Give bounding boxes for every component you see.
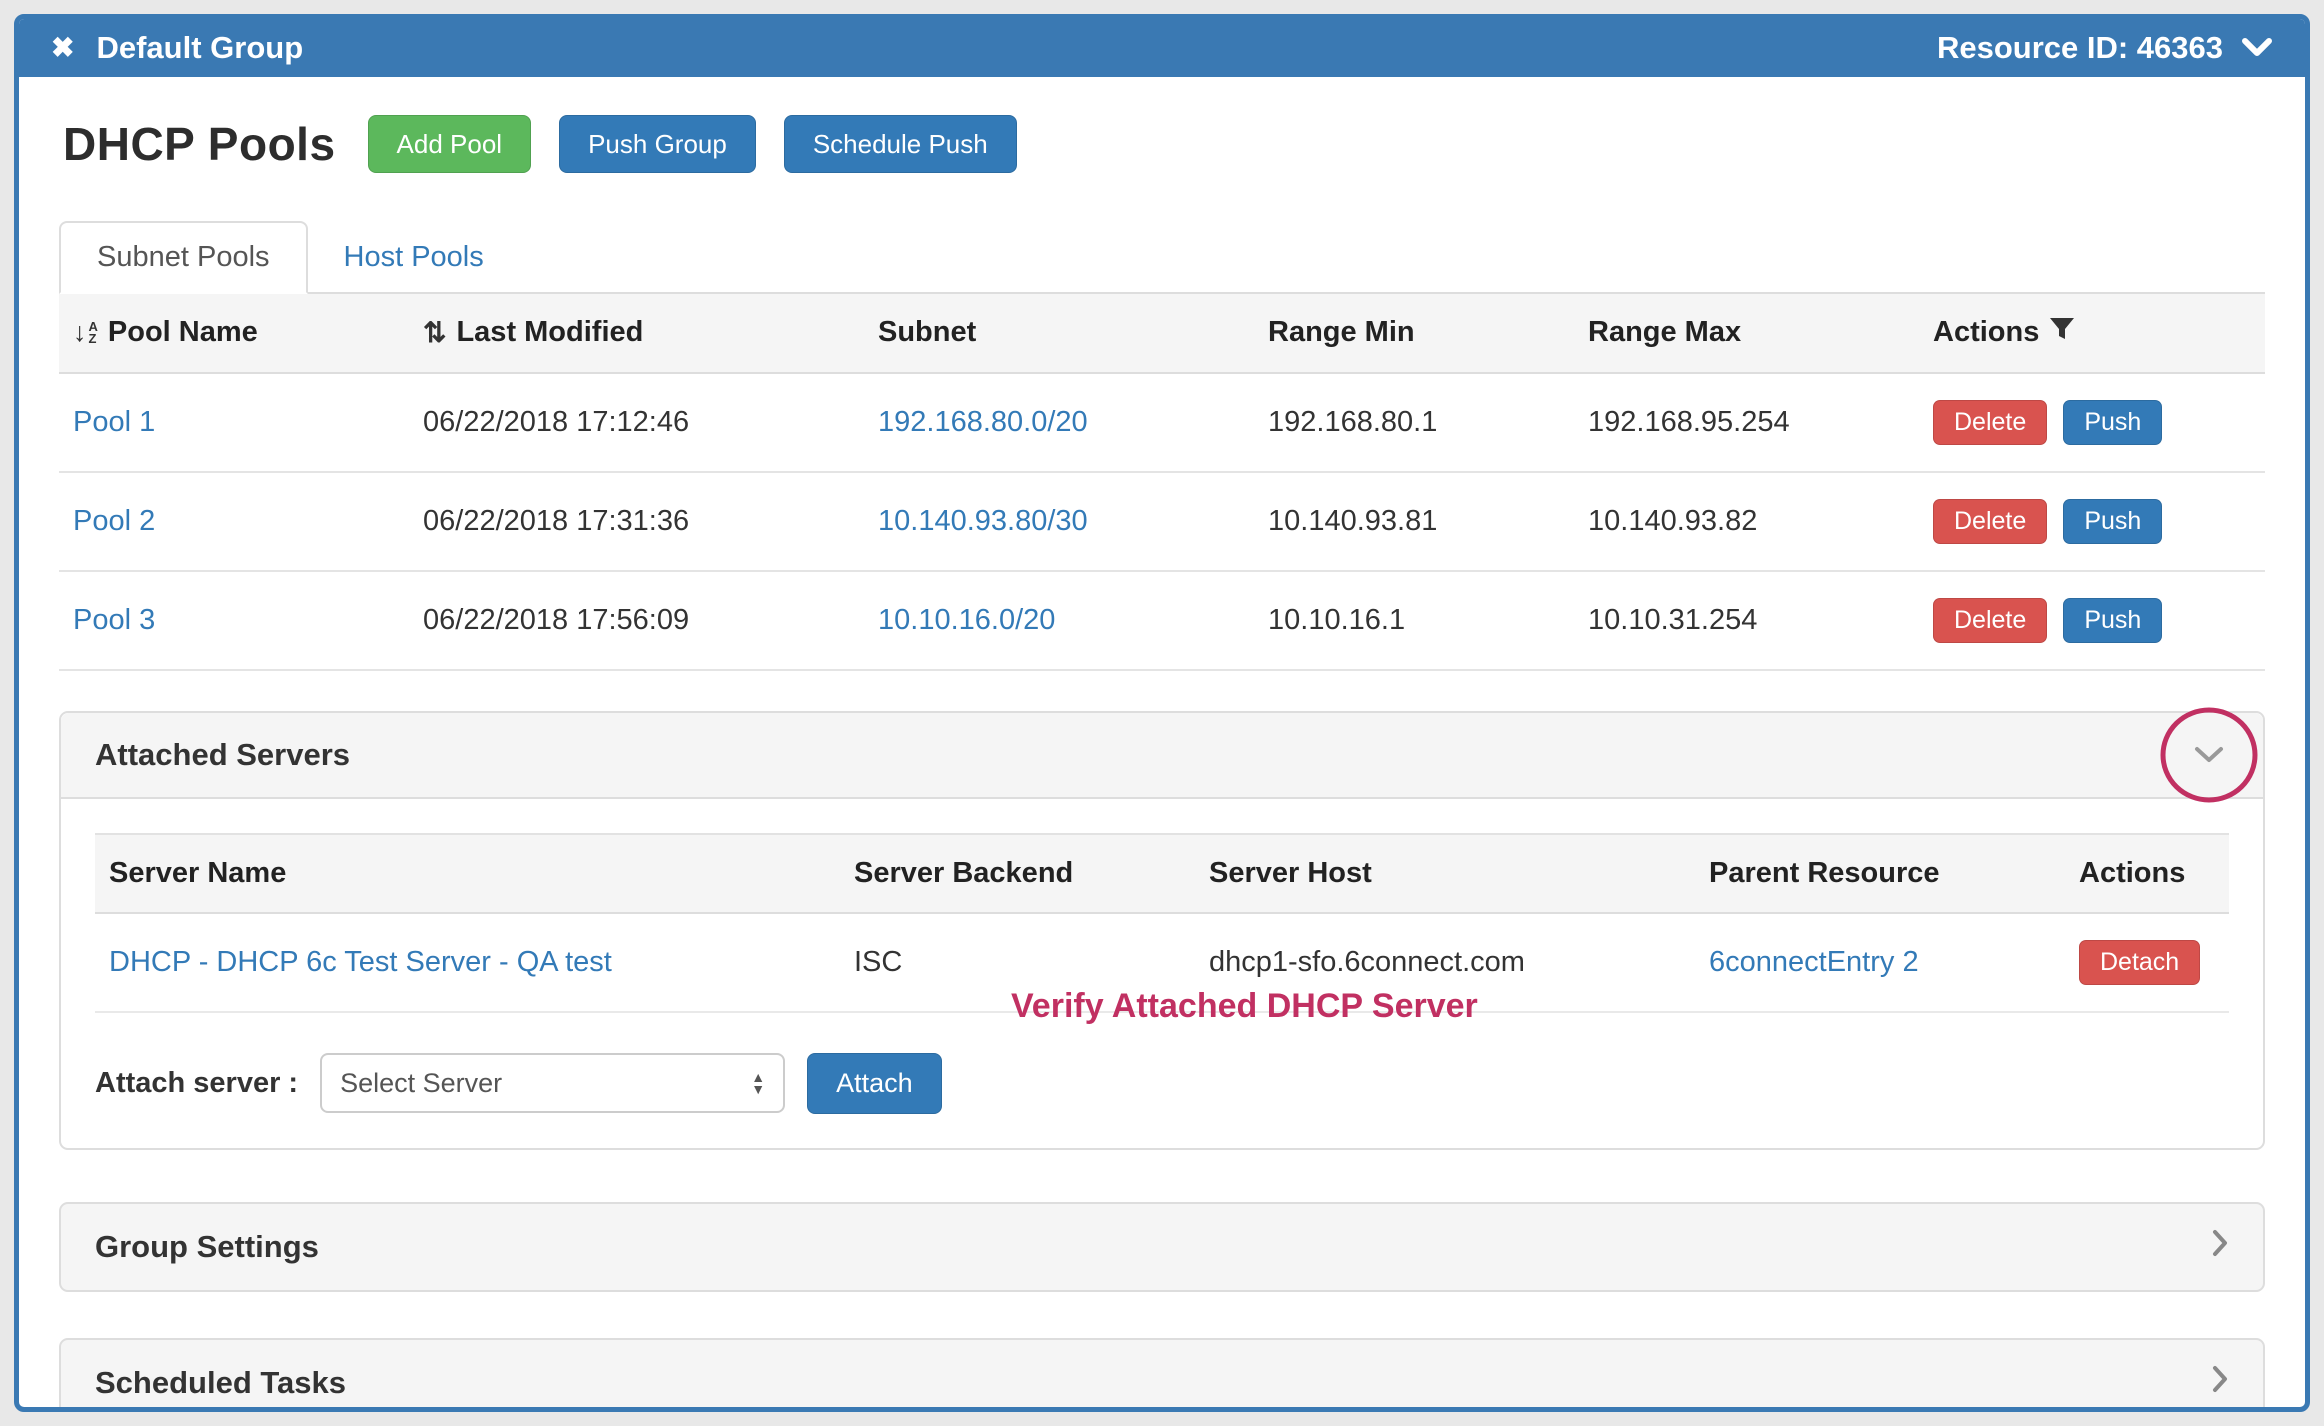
header-parent-resource: Parent Resource bbox=[1695, 834, 2065, 913]
push-button[interactable]: Push bbox=[2063, 598, 2162, 643]
attach-server-label: Attach server : bbox=[95, 1067, 298, 1100]
screenshot-viewport: ✖ Default Group Resource ID: 46363 DHCP … bbox=[0, 0, 2324, 1426]
sort-alpha-icon[interactable]: ↓ AZ bbox=[73, 319, 98, 346]
close-icon[interactable]: ✖ bbox=[51, 34, 74, 62]
last-modified-value: 06/22/2018 17:56:09 bbox=[409, 571, 864, 670]
pool-name-header-label: Pool Name bbox=[108, 316, 258, 349]
dhcp-pools-table: ↓ AZ Pool Name ⇅ Last Modified bbox=[59, 294, 2265, 671]
window-title: Default Group bbox=[96, 30, 303, 66]
sort-icon[interactable]: ⇅ bbox=[423, 319, 446, 347]
table-row: Pool 2 06/22/2018 17:31:36 10.140.93.80/… bbox=[59, 472, 2265, 571]
range-max-value: 10.140.93.82 bbox=[1574, 472, 1919, 571]
push-button[interactable]: Push bbox=[2063, 400, 2162, 445]
delete-button[interactable]: Delete bbox=[1933, 499, 2047, 544]
header-server-actions: Actions bbox=[2065, 834, 2229, 913]
header-server-host: Server Host bbox=[1195, 834, 1695, 913]
range-min-value: 10.10.16.1 bbox=[1254, 571, 1574, 670]
table-row: Pool 3 06/22/2018 17:56:09 10.10.16.0/20… bbox=[59, 571, 2265, 670]
tab-host-pools[interactable]: Host Pools bbox=[308, 223, 520, 292]
attach-button[interactable]: Attach bbox=[807, 1053, 942, 1114]
attached-servers-panel: Attached Servers bbox=[59, 711, 2265, 1150]
attached-servers-body: Server Name Server Backend Server Host P… bbox=[61, 799, 2263, 1148]
range-min-value: 192.168.80.1 bbox=[1254, 373, 1574, 472]
collapse-chevron-down-icon[interactable] bbox=[2189, 743, 2229, 767]
header-subnet: Subnet bbox=[864, 294, 1254, 373]
header-last-modified[interactable]: ⇅ Last Modified bbox=[409, 294, 864, 373]
subnet-link[interactable]: 10.10.16.0/20 bbox=[878, 604, 1055, 636]
attached-servers-table: Server Name Server Backend Server Host P… bbox=[95, 833, 2229, 1013]
pool-link[interactable]: Pool 3 bbox=[73, 604, 155, 636]
last-modified-value: 06/22/2018 17:12:46 bbox=[409, 373, 864, 472]
server-select-value: Select Server bbox=[340, 1068, 502, 1099]
tab-subnet-pools[interactable]: Subnet Pools bbox=[59, 221, 308, 294]
scheduled-tasks-title: Scheduled Tasks bbox=[95, 1365, 346, 1401]
subnet-link[interactable]: 10.140.93.80/30 bbox=[878, 505, 1088, 537]
range-min-value: 10.140.93.81 bbox=[1254, 472, 1574, 571]
delete-button[interactable]: Delete bbox=[1933, 598, 2047, 643]
add-pool-button[interactable]: Add Pool bbox=[368, 115, 532, 173]
attach-server-row: Attach server : Select Server ▲▼ Attach bbox=[95, 1053, 2229, 1114]
server-table-header-row: Server Name Server Backend Server Host P… bbox=[95, 834, 2229, 913]
server-backend-value: ISC bbox=[840, 913, 1195, 1012]
heading-row: DHCP Pools Add Pool Push Group Schedule … bbox=[59, 115, 2265, 173]
pools-table-header-row: ↓ AZ Pool Name ⇅ Last Modified bbox=[59, 294, 2265, 373]
group-settings-panel[interactable]: Group Settings bbox=[59, 1202, 2265, 1292]
pool-link[interactable]: Pool 2 bbox=[73, 505, 155, 537]
table-row: DHCP - DHCP 6c Test Server - QA test ISC… bbox=[95, 913, 2229, 1012]
header-server-name: Server Name bbox=[95, 834, 840, 913]
parent-resource-link[interactable]: 6connectEntry 2 bbox=[1709, 946, 1919, 978]
header-range-min: Range Min bbox=[1254, 294, 1574, 373]
push-button[interactable]: Push bbox=[2063, 499, 2162, 544]
actions-header-label: Actions bbox=[1933, 316, 2039, 349]
filter-funnel-icon[interactable] bbox=[2049, 316, 2075, 349]
range-max-value: 192.168.95.254 bbox=[1574, 373, 1919, 472]
select-arrows-icon: ▲▼ bbox=[751, 1071, 765, 1095]
page-title: DHCP Pools bbox=[63, 117, 336, 171]
detach-button[interactable]: Detach bbox=[2079, 940, 2200, 985]
server-name-link[interactable]: DHCP - DHCP 6c Test Server - QA test bbox=[109, 946, 612, 978]
delete-button[interactable]: Delete bbox=[1933, 400, 2047, 445]
header-actions: Actions bbox=[1919, 294, 2265, 373]
titlebar: ✖ Default Group Resource ID: 46363 bbox=[19, 19, 2305, 77]
schedule-push-button[interactable]: Schedule Push bbox=[784, 115, 1017, 173]
range-max-value: 10.10.31.254 bbox=[1574, 571, 1919, 670]
header-pool-name[interactable]: ↓ AZ Pool Name bbox=[59, 294, 409, 373]
subnet-link[interactable]: 192.168.80.0/20 bbox=[878, 406, 1088, 438]
default-group-window: ✖ Default Group Resource ID: 46363 DHCP … bbox=[14, 14, 2310, 1412]
resource-id-label: Resource ID: 46363 bbox=[1937, 30, 2223, 66]
table-row: Pool 1 06/22/2018 17:12:46 192.168.80.0/… bbox=[59, 373, 2265, 472]
header-server-backend: Server Backend bbox=[840, 834, 1195, 913]
chevron-right-icon bbox=[2211, 1364, 2229, 1402]
last-modified-header-label: Last Modified bbox=[456, 316, 643, 349]
pool-link[interactable]: Pool 1 bbox=[73, 406, 155, 438]
attached-servers-title: Attached Servers bbox=[95, 737, 350, 773]
push-group-button[interactable]: Push Group bbox=[559, 115, 756, 173]
attached-servers-header[interactable]: Attached Servers bbox=[61, 713, 2263, 799]
pool-tabs: Subnet Pools Host Pools bbox=[59, 221, 2265, 294]
header-range-max: Range Max bbox=[1574, 294, 1919, 373]
last-modified-value: 06/22/2018 17:31:36 bbox=[409, 472, 864, 571]
chevron-down-icon[interactable] bbox=[2241, 37, 2273, 59]
server-host-value: dhcp1-sfo.6connect.com bbox=[1195, 913, 1695, 1012]
sort-arrow: ↓ bbox=[73, 319, 87, 346]
server-select[interactable]: Select Server ▲▼ bbox=[320, 1053, 785, 1113]
group-settings-title: Group Settings bbox=[95, 1229, 319, 1265]
scheduled-tasks-panel[interactable]: Scheduled Tasks bbox=[59, 1338, 2265, 1413]
chevron-right-icon bbox=[2211, 1228, 2229, 1266]
content-area: DHCP Pools Add Pool Push Group Schedule … bbox=[19, 77, 2305, 1412]
